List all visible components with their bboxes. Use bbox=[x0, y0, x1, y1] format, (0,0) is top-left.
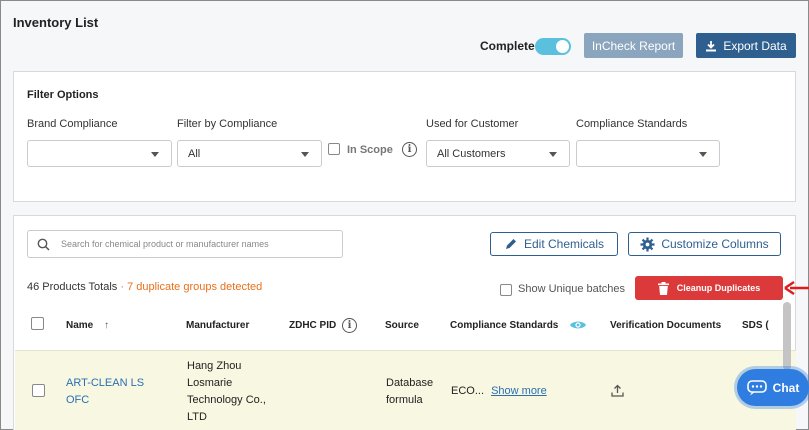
customize-columns-label: Customize Columns bbox=[661, 237, 769, 251]
search-input[interactable]: Search for chemical product or manufactu… bbox=[27, 230, 343, 258]
filter-compliance-label: Filter by Compliance bbox=[177, 118, 278, 130]
filter-options-title: Filter Options bbox=[27, 89, 99, 101]
column-header-manufacturer[interactable]: Manufacturer bbox=[186, 320, 249, 331]
products-total-text: 46 Products Totals · 7 duplicate groups … bbox=[27, 281, 262, 293]
column-header-compliance-standards[interactable]: Compliance Standards bbox=[450, 320, 558, 331]
red-arrow-annotation bbox=[784, 280, 809, 296]
manufacturer-cell: Hang Zhou Losmarie Technology Co., LTD bbox=[187, 358, 266, 426]
used-for-customer-value: All Customers bbox=[437, 147, 506, 160]
manufacturer-line: Losmarie bbox=[187, 377, 233, 389]
select-all-checkbox[interactable] bbox=[31, 317, 44, 330]
edit-chemicals-button[interactable]: Edit Chemicals bbox=[490, 232, 618, 256]
show-more-link[interactable]: Show more bbox=[491, 385, 547, 397]
sort-up-arrow-icon: ↑ bbox=[104, 320, 110, 331]
used-for-customer-label: Used for Customer bbox=[426, 118, 519, 130]
in-scope-label: In Scope bbox=[347, 144, 393, 156]
table-scrollbar[interactable] bbox=[783, 302, 791, 370]
toggle-knob bbox=[556, 40, 569, 53]
separator: · bbox=[117, 281, 128, 293]
row-checkbox[interactable] bbox=[32, 384, 45, 397]
info-icon[interactable]: i bbox=[402, 142, 417, 157]
cleanup-duplicates-label: Cleanup Duplicates bbox=[676, 283, 761, 293]
source-line: Database bbox=[386, 377, 434, 389]
products-total: 46 Products Totals bbox=[27, 281, 118, 293]
source-line: formula bbox=[386, 394, 423, 406]
column-header-sds[interactable]: SDS ( bbox=[742, 320, 769, 331]
compliance-standards-select[interactable] bbox=[576, 140, 720, 167]
complete-toggle-label: Complete bbox=[480, 39, 535, 53]
chevron-down-icon bbox=[301, 152, 309, 157]
inventory-table-panel: Search for chemical product or manufactu… bbox=[13, 215, 796, 430]
brand-compliance-select[interactable] bbox=[27, 140, 172, 167]
chevron-down-icon bbox=[699, 152, 707, 157]
search-placeholder: Search for chemical product or manufactu… bbox=[61, 239, 269, 249]
info-icon[interactable]: i bbox=[342, 318, 357, 333]
eye-icon[interactable] bbox=[569, 319, 587, 331]
brand-compliance-label: Brand Compliance bbox=[27, 118, 118, 130]
product-name-link[interactable]: ART-CLEAN LS OFC bbox=[66, 375, 144, 409]
show-unique-batches-label: Show Unique batches bbox=[518, 283, 626, 295]
filter-options-panel: Filter Options Brand Compliance Filter b… bbox=[13, 71, 796, 202]
pencil-icon bbox=[505, 239, 516, 249]
filter-compliance-value: All bbox=[188, 147, 201, 160]
chat-bubble-icon bbox=[746, 379, 767, 395]
export-data-button[interactable]: Export Data bbox=[696, 33, 796, 58]
compliance-standards-label: Compliance Standards bbox=[576, 118, 688, 130]
column-header-source[interactable]: Source bbox=[385, 320, 419, 331]
upload-icon[interactable] bbox=[611, 384, 624, 397]
edit-chemicals-label: Edit Chemicals bbox=[523, 237, 605, 251]
manufacturer-line: Technology Co., bbox=[187, 394, 266, 406]
product-name-line: OFC bbox=[66, 394, 90, 406]
column-header-name[interactable]: Name ↑ bbox=[66, 320, 109, 331]
cleanup-duplicates-button[interactable]: Cleanup Duplicates bbox=[635, 276, 783, 300]
complete-toggle[interactable] bbox=[535, 38, 571, 55]
chat-label: Chat bbox=[772, 380, 800, 395]
page-title: Inventory List bbox=[13, 15, 99, 30]
manufacturer-line: LTD bbox=[187, 411, 207, 423]
trash-icon bbox=[657, 281, 669, 295]
filter-compliance-select[interactable]: All bbox=[177, 140, 322, 167]
column-standards-label: Compliance Standards bbox=[450, 320, 559, 331]
chevron-down-icon bbox=[151, 152, 159, 157]
export-data-label: Export Data bbox=[723, 38, 787, 53]
customize-columns-button[interactable]: Customize Columns bbox=[628, 232, 781, 256]
in-scope-checkbox[interactable] bbox=[328, 143, 340, 155]
manufacturer-line: Hang Zhou bbox=[187, 360, 242, 372]
app-window: Inventory List Complete InCheck Report E… bbox=[0, 0, 809, 430]
column-header-verification-documents[interactable]: Verification Documents bbox=[610, 320, 721, 331]
table-row[interactable]: ART-CLEAN LS OFC Hang Zhou Losmarie Tech… bbox=[15, 350, 796, 430]
download-icon bbox=[706, 40, 717, 51]
search-icon bbox=[37, 238, 50, 251]
chevron-down-icon bbox=[549, 152, 557, 157]
standards-value: ECO... bbox=[451, 385, 485, 397]
used-for-customer-select[interactable]: All Customers bbox=[426, 140, 570, 167]
source-cell: Database formula bbox=[386, 375, 433, 409]
incheck-report-button[interactable]: InCheck Report bbox=[584, 33, 683, 58]
column-header-zdhc-pid[interactable]: ZDHC PID bbox=[289, 320, 336, 331]
compliance-standards-cell: ECO... Show more bbox=[451, 383, 547, 400]
duplicate-groups-warning: 7 duplicate groups detected bbox=[127, 281, 263, 293]
product-name-line: ART-CLEAN LS bbox=[66, 377, 145, 389]
chat-button[interactable]: Chat bbox=[737, 369, 809, 406]
gear-icon bbox=[640, 236, 655, 252]
show-unique-batches-checkbox[interactable] bbox=[500, 284, 512, 296]
column-name-label: Name bbox=[66, 320, 94, 331]
column-zdhc-label: ZDHC PID bbox=[289, 320, 337, 331]
